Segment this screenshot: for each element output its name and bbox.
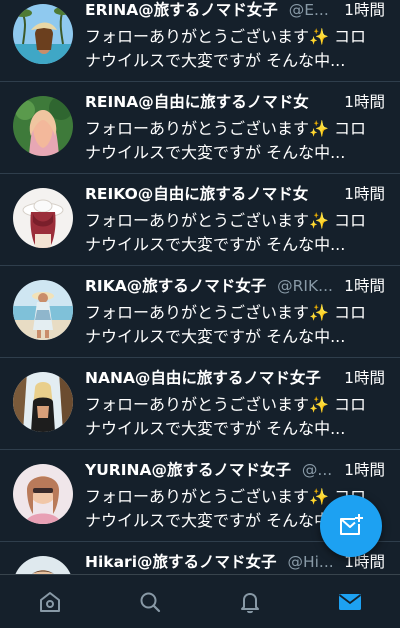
avatar[interactable] — [13, 188, 73, 248]
preview-text: フォローありがとうございます — [85, 395, 310, 414]
sparkles-icon: ✨ — [309, 211, 329, 230]
preview-text: ナウイルスで大変ですが そんな中... — [85, 51, 346, 70]
username: @RIK... — [277, 277, 333, 295]
timestamp: 1時間 — [344, 277, 385, 295]
bottom-navigation — [0, 574, 400, 628]
timestamp: 1時間 — [344, 369, 385, 387]
home-icon — [38, 590, 62, 614]
search-icon — [138, 590, 162, 614]
display-name: ERINA@旅するノマド女子 — [85, 1, 278, 19]
conversation-item[interactable]: REIKO@自由に旅するノマド女 1時間 フォローありがとうございます✨ コロ … — [0, 174, 400, 266]
message-preview: フォローありがとうございます✨ コロ ナウイルスで大変ですが そんな中... — [85, 301, 367, 349]
preview-text: コロ — [328, 27, 367, 46]
display-name: REINA@自由に旅するノマド女 — [85, 93, 309, 111]
preview-text: ナウイルスで大変ですが そんな中... — [85, 235, 346, 254]
preview-text: フォローありがとうございます — [85, 119, 310, 138]
bell-icon — [238, 590, 262, 614]
preview-text: ナウイルスで大変ですが そんな中... — [85, 143, 346, 162]
messages-screen: ERINA@旅するノマド女子 @E... 1時間 フォローありがとうございます✨… — [0, 0, 400, 628]
new-message-icon — [338, 513, 364, 539]
preview-text: フォローありがとうございます — [85, 27, 310, 46]
preview-text: ナウイルスで大変ですが そんな中... — [85, 419, 346, 438]
preview-text: フォローありがとうございます — [85, 487, 310, 506]
message-preview: フォローありがとうございます✨ コロ ナウイルスで大変ですが そんな中... — [85, 393, 367, 441]
nav-search[interactable] — [100, 575, 200, 628]
conversation-list[interactable]: ERINA@旅するノマド女子 @E... 1時間 フォローありがとうございます✨… — [0, 0, 400, 574]
sparkles-icon: ✨ — [309, 119, 329, 138]
preview-text: コロ — [328, 303, 367, 322]
display-name: NANA@自由に旅するノマド女子 — [85, 369, 321, 387]
avatar[interactable] — [13, 372, 73, 432]
timestamp: 1時間 — [344, 1, 385, 19]
timestamp: 1時間 — [344, 93, 385, 111]
preview-text: コロ — [328, 211, 367, 230]
conversation-item[interactable]: RIKA@旅するノマド女子 @RIK... 1時間 フォローありがとうございます… — [0, 266, 400, 358]
sparkles-icon: ✨ — [309, 303, 329, 322]
nav-notifications[interactable] — [200, 575, 300, 628]
display-name: YURINA@旅するノマド女子 — [85, 461, 291, 479]
timestamp: 1時間 — [344, 185, 385, 203]
message-preview: フォローありがとうございます✨ コロ ナウイルスで大変ですが そんな中... — [85, 209, 367, 257]
conversation-item[interactable]: NANA@自由に旅するノマド女子 1時間 フォローありがとうございます✨ コロ … — [0, 358, 400, 450]
avatar[interactable] — [13, 280, 73, 340]
message-preview: フォローありがとうございます✨ コロ ナウイルスで大変ですが そんな中... — [85, 25, 367, 73]
preview-text: コロ — [328, 395, 367, 414]
display-name: RIKA@旅するノマド女子 — [85, 277, 267, 295]
nav-home[interactable] — [0, 575, 100, 628]
username: @... — [301, 461, 333, 479]
timestamp: 1時間 — [344, 461, 385, 479]
display-name: REIKO@自由に旅するノマド女 — [85, 185, 309, 203]
username: @E... — [288, 1, 329, 19]
preview-text: コロ — [328, 119, 367, 138]
conversation-item[interactable]: REINA@自由に旅するノマド女 1時間 フォローありがとうございます✨ コロ … — [0, 82, 400, 174]
sparkles-icon: ✨ — [309, 487, 329, 506]
avatar[interactable] — [13, 96, 73, 156]
display-name: Hikari@旅するノマド女子 — [85, 553, 277, 571]
conversation-item[interactable]: ERINA@旅するノマド女子 @E... 1時間 フォローありがとうございます✨… — [0, 0, 400, 82]
message-preview: フォローありがとうございます✨ コロ ナウイルスで大変ですが そんな中... — [85, 117, 367, 165]
avatar[interactable] — [13, 464, 73, 524]
avatar[interactable] — [13, 4, 73, 64]
username: @Hi... — [287, 553, 334, 571]
mail-icon — [337, 589, 363, 615]
new-message-button[interactable] — [320, 495, 382, 557]
preview-text: ナウイルスで大変ですが そんな中... — [85, 327, 346, 346]
sparkles-icon: ✨ — [309, 27, 329, 46]
sparkles-icon: ✨ — [309, 395, 329, 414]
preview-text: フォローありがとうございます — [85, 303, 310, 322]
avatar[interactable] — [13, 556, 73, 574]
preview-text: フォローありがとうございます — [85, 211, 310, 230]
nav-messages[interactable] — [300, 575, 400, 628]
